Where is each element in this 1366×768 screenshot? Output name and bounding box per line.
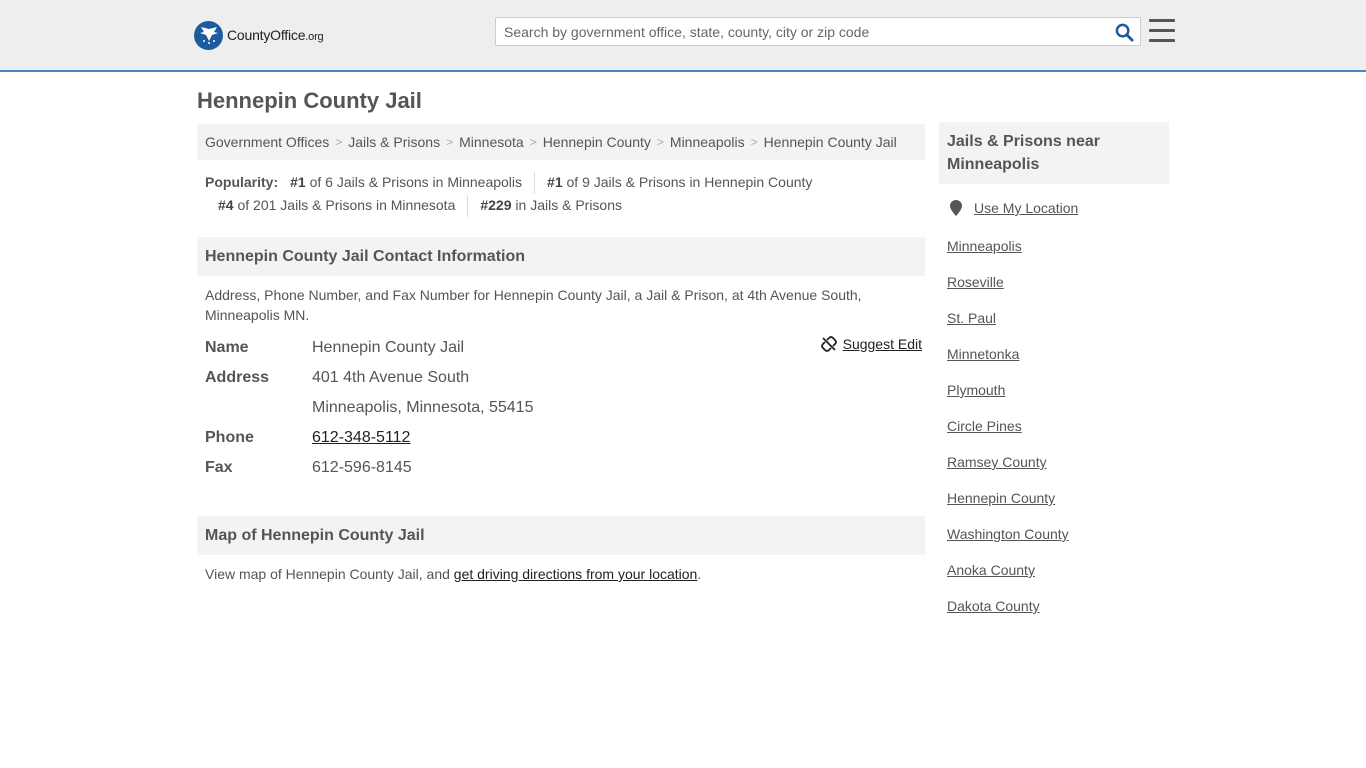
nearby-item-plymouth[interactable]: Plymouth — [947, 382, 1005, 398]
search-icon — [1115, 23, 1134, 42]
breadcrumb: Government Offices > Jails & Prisons > M… — [197, 124, 925, 160]
nearby-item-hennepin-county[interactable]: Hennepin County — [947, 490, 1055, 506]
breadcrumb-minneapolis[interactable]: Minneapolis — [670, 134, 745, 150]
address-line1: 401 4th Avenue South — [312, 369, 470, 386]
nearby-item-st-paul[interactable]: St. Paul — [947, 310, 996, 326]
nearby-item-dakota-county[interactable]: Dakota County — [947, 598, 1040, 614]
popularity-item: #1 of 9 Jails & Prisons in Hennepin Coun… — [547, 174, 813, 190]
info-row-phone: Phone 612-348-5112 — [205, 426, 925, 450]
address-line2: Minneapolis, Minnesota, 55415 — [312, 399, 534, 416]
sidebar-heading: Jails & Prisons near Minneapolis — [939, 122, 1169, 184]
chevron-right-icon: > — [656, 135, 664, 149]
popularity-item: #4 of 201 Jails & Prisons in Minnesota — [218, 197, 456, 213]
divider — [534, 171, 536, 194]
popularity-item: #229 in Jails & Prisons — [480, 197, 622, 213]
nearby-item-washington-county[interactable]: Washington County — [947, 526, 1069, 542]
nearby-item-minneapolis[interactable]: Minneapolis — [947, 238, 1022, 254]
chevron-right-icon: > — [446, 135, 454, 149]
info-row-name: Name Hennepin County Jail Suggest Edit — [205, 336, 925, 360]
nearby-item-circle-pines[interactable]: Circle Pines — [947, 418, 1022, 434]
page-title: Hennepin County Jail — [197, 88, 422, 113]
map-section-heading: Map of Hennepin County Jail — [197, 516, 925, 555]
phone-link[interactable]: 612-348-5112 — [312, 429, 410, 446]
site-logo[interactable]: CountyOffice.org — [194, 20, 324, 50]
nearby-item-minnetonka[interactable]: Minnetonka — [947, 346, 1019, 362]
logo-text: CountyOffice.org — [227, 27, 324, 43]
search-button[interactable] — [1113, 21, 1135, 43]
info-row-address-2: Minneapolis, Minnesota, 55415 — [205, 396, 925, 420]
nearby-item-ramsey-county[interactable]: Ramsey County — [947, 454, 1047, 470]
breadcrumb-government-offices[interactable]: Government Offices — [205, 134, 329, 150]
map-pin-icon — [950, 200, 962, 216]
chevron-right-icon: > — [529, 135, 537, 149]
fax-value: 612-596-8145 — [312, 459, 412, 476]
phone-label: Phone — [205, 429, 254, 446]
popularity-ranking: Popularity: #1 of 6 Jails & Prisons in M… — [205, 171, 925, 217]
info-row-address: Address 401 4th Avenue South — [205, 366, 925, 390]
breadcrumb-jails-prisons[interactable]: Jails & Prisons — [348, 134, 440, 150]
info-row-fax: Fax 612-596-8145 — [205, 456, 925, 480]
breadcrumb-minnesota[interactable]: Minnesota — [459, 134, 524, 150]
name-label: Name — [205, 339, 249, 356]
breadcrumb-hennepin-county[interactable]: Hennepin County — [543, 134, 651, 150]
search-bar — [495, 17, 1141, 46]
suggest-edit: Suggest Edit — [820, 336, 922, 352]
name-value: Hennepin County Jail — [312, 339, 465, 356]
popularity-item: #1 of 6 Jails & Prisons in Minneapolis — [290, 174, 523, 190]
use-my-location-label: Use My Location — [974, 200, 1079, 216]
broken-link-icon — [820, 336, 837, 352]
contact-section-heading: Hennepin County Jail Contact Information — [197, 237, 925, 276]
nearby-item-anoka-county[interactable]: Anoka County — [947, 562, 1035, 578]
search-input[interactable] — [496, 18, 1096, 45]
suggest-edit-link[interactable]: Suggest Edit — [843, 336, 922, 352]
hamburger-menu-button[interactable] — [1149, 19, 1175, 42]
map-description: View map of Hennepin County Jail, and ge… — [205, 566, 702, 582]
chevron-right-icon: > — [750, 135, 758, 149]
address-label: Address — [205, 369, 270, 386]
divider — [467, 194, 469, 217]
driving-directions-link[interactable]: get driving directions from your locatio… — [454, 566, 698, 582]
use-my-location[interactable]: Use My Location — [947, 200, 1078, 216]
fax-label: Fax — [205, 459, 233, 476]
popularity-label: Popularity: — [205, 174, 279, 190]
eagle-seal-icon — [194, 20, 223, 50]
contact-description: Address, Phone Number, and Fax Number fo… — [205, 287, 862, 323]
breadcrumb-current: Hennepin County Jail — [763, 134, 897, 150]
hamburger-icon — [1149, 19, 1175, 22]
chevron-right-icon: > — [335, 135, 343, 149]
site-header: CountyOffice.org — [0, 0, 1366, 72]
nearby-item-roseville[interactable]: Roseville — [947, 274, 1004, 290]
